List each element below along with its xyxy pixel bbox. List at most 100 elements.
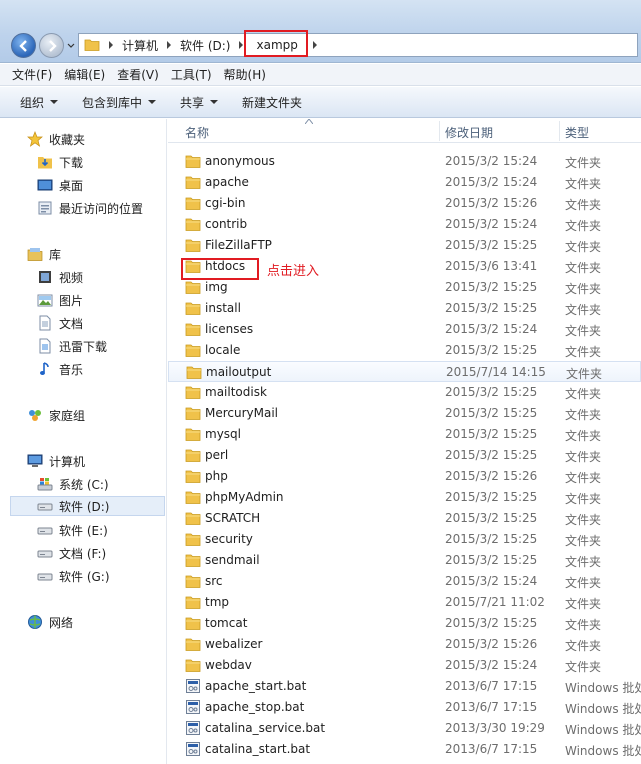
column-header-name[interactable]: 名称 xyxy=(185,124,209,141)
nav-favorites[interactable]: 收藏夹 xyxy=(27,129,85,149)
nav-libraries[interactable]: 库 xyxy=(27,244,61,264)
file-row[interactable]: apache_start.bat 2013/6/7 17:15 Windows 批处 xyxy=(168,676,641,697)
file-row[interactable]: contrib 2015/3/2 15:24 文件夹 xyxy=(168,214,641,235)
file-row[interactable]: install 2015/3/2 15:25 文件夹 xyxy=(168,298,641,319)
column-divider[interactable] xyxy=(439,121,440,141)
file-row[interactable]: php 2015/3/2 15:26 文件夹 xyxy=(168,466,641,487)
nav-item-pictures[interactable]: 图片 xyxy=(37,290,83,310)
nav-item-documents[interactable]: 文档 xyxy=(37,313,83,333)
file-list-pane: 名称 修改日期 类型 anonymous 2015/3/2 15:24 文件夹 apa… xyxy=(168,119,641,764)
file-date: 2015/3/2 15:24 xyxy=(445,175,538,189)
share-button[interactable]: 共享 xyxy=(180,94,219,111)
file-type: 文件夹 xyxy=(565,387,602,401)
nav-item-videos[interactable]: 视频 xyxy=(37,267,83,287)
nav-item-drive-d[interactable]: 软件 (D:) xyxy=(10,496,165,516)
file-date: 2015/3/2 15:26 xyxy=(445,637,538,651)
menu-edit[interactable]: 编辑(E) xyxy=(64,66,105,83)
file-row[interactable]: security 2015/3/2 15:25 文件夹 xyxy=(168,529,641,550)
file-row[interactable]: MercuryMail 2015/3/2 15:25 文件夹 xyxy=(168,403,641,424)
nav-item-xunlei-downloads[interactable]: 迅雷下载 xyxy=(37,336,107,356)
nav-item-music[interactable]: 音乐 xyxy=(37,359,83,379)
file-type: 文件夹 xyxy=(565,534,602,548)
organize-label: 组织 xyxy=(20,95,45,110)
file-name: mailoutput xyxy=(206,365,272,379)
folder-icon xyxy=(84,39,100,51)
file-type: Windows 批处 xyxy=(565,744,641,758)
file-name: FileZillaFTP xyxy=(205,238,272,252)
address-bar[interactable]: 计算机 软件 (D:) xampp xyxy=(78,33,638,57)
download-folder-icon xyxy=(37,154,53,170)
file-row[interactable]: sendmail 2015/3/2 15:25 文件夹 xyxy=(168,550,641,571)
folder-icon xyxy=(185,195,201,211)
drive-icon xyxy=(37,568,53,584)
title-bar: 计算机 软件 (D:) xampp xyxy=(0,0,641,63)
menu-file[interactable]: 文件(F) xyxy=(12,66,52,83)
new-folder-button[interactable]: 新建文件夹 xyxy=(242,94,302,111)
file-row[interactable]: src 2015/3/2 15:24 文件夹 xyxy=(168,571,641,592)
menu-tools[interactable]: 工具(T) xyxy=(171,66,212,83)
highlight-box-xampp xyxy=(244,30,308,57)
organize-button[interactable]: 组织 xyxy=(20,94,59,111)
nav-item-drive-c[interactable]: 系统 (C:) xyxy=(37,474,109,494)
file-date: 2015/3/2 15:25 xyxy=(445,385,538,399)
nav-item-drive-e[interactable]: 软件 (E:) xyxy=(37,520,108,540)
file-row[interactable]: img 2015/3/2 15:25 文件夹 xyxy=(168,277,641,298)
file-row[interactable]: mysql 2015/3/2 15:25 文件夹 xyxy=(168,424,641,445)
nav-item-drive-f[interactable]: 文档 (F:) xyxy=(37,543,106,563)
file-type: 文件夹 xyxy=(565,576,602,590)
nav-homegroup[interactable]: 家庭组 xyxy=(27,405,85,425)
recent-places-icon xyxy=(37,200,53,216)
file-row[interactable]: phpMyAdmin 2015/3/2 15:25 文件夹 xyxy=(168,487,641,508)
nav-network-label: 网络 xyxy=(49,615,74,630)
file-name: tomcat xyxy=(205,616,248,630)
nav-item-recent-places[interactable]: 最近访问的位置 xyxy=(37,198,143,218)
nav-item-downloads[interactable]: 下载 xyxy=(37,152,83,172)
file-row[interactable]: tomcat 2015/3/2 15:25 文件夹 xyxy=(168,613,641,634)
file-row[interactable]: webdav 2015/3/2 15:24 文件夹 xyxy=(168,655,641,676)
file-row[interactable]: SCRATCH 2015/3/2 15:25 文件夹 xyxy=(168,508,641,529)
nav-computer[interactable]: 计算机 xyxy=(27,451,85,471)
file-date: 2015/3/2 15:25 xyxy=(445,406,538,420)
folder-icon xyxy=(185,384,201,400)
nav-item-drive-c-label: 系统 (C:) xyxy=(59,477,109,492)
folder-icon xyxy=(185,552,201,568)
forward-button[interactable] xyxy=(39,33,64,58)
breadcrumb-computer[interactable]: 计算机 xyxy=(122,37,158,54)
menu-view[interactable]: 查看(V) xyxy=(117,66,159,83)
file-row[interactable]: locale 2015/3/2 15:25 文件夹 xyxy=(168,340,641,361)
file-row[interactable]: webalizer 2015/3/2 15:26 文件夹 xyxy=(168,634,641,655)
file-row[interactable]: catalina_service.bat 2013/3/30 19:29 Windo… xyxy=(168,718,641,739)
file-row[interactable]: catalina_start.bat 2013/6/7 17:15 Windows … xyxy=(168,739,641,760)
nav-network[interactable]: 网络 xyxy=(27,612,73,632)
menu-help[interactable]: 帮助(H) xyxy=(224,66,266,83)
column-header-type[interactable]: 类型 xyxy=(565,124,589,141)
homegroup-icon xyxy=(27,407,43,423)
file-type: 文件夹 xyxy=(565,282,602,296)
breadcrumb-drive-d[interactable]: 软件 (D:) xyxy=(180,37,230,54)
command-bar: 组织 包含到库中 共享 新建文件夹 xyxy=(0,87,641,118)
include-in-library-button[interactable]: 包含到库中 xyxy=(82,94,157,111)
file-row[interactable]: mailoutput 2015/7/14 14:15 文件夹 xyxy=(168,361,641,382)
column-divider[interactable] xyxy=(559,121,560,141)
file-row[interactable]: apache_stop.bat 2013/6/7 17:15 Windows 批处 xyxy=(168,697,641,718)
nav-item-desktop[interactable]: 桌面 xyxy=(37,175,83,195)
file-date: 2015/3/2 15:26 xyxy=(445,469,538,483)
file-type: 文件夹 xyxy=(565,261,602,275)
file-row[interactable]: perl 2015/3/2 15:25 文件夹 xyxy=(168,445,641,466)
nav-homegroup-label: 家庭组 xyxy=(49,408,86,423)
file-row[interactable]: mailtodisk 2015/3/2 15:25 文件夹 xyxy=(168,382,641,403)
column-header-date[interactable]: 修改日期 xyxy=(445,124,493,141)
back-button[interactable] xyxy=(11,33,36,58)
nav-item-drive-g[interactable]: 软件 (G:) xyxy=(37,566,110,586)
file-row[interactable]: tmp 2015/7/21 11:02 文件夹 xyxy=(168,592,641,613)
file-row[interactable]: apache 2015/3/2 15:24 文件夹 xyxy=(168,172,641,193)
recent-pages-dropdown[interactable] xyxy=(66,41,76,51)
file-row[interactable]: anonymous 2015/3/2 15:24 文件夹 xyxy=(168,151,641,172)
batch-file-icon xyxy=(185,720,201,736)
file-row[interactable]: licenses 2015/3/2 15:24 文件夹 xyxy=(168,319,641,340)
star-icon xyxy=(27,131,43,147)
file-row[interactable]: cgi-bin 2015/3/2 15:26 文件夹 xyxy=(168,193,641,214)
file-row[interactable]: FileZillaFTP 2015/3/2 15:25 文件夹 xyxy=(168,235,641,256)
file-name: php xyxy=(205,469,228,483)
folder-icon xyxy=(185,531,201,547)
